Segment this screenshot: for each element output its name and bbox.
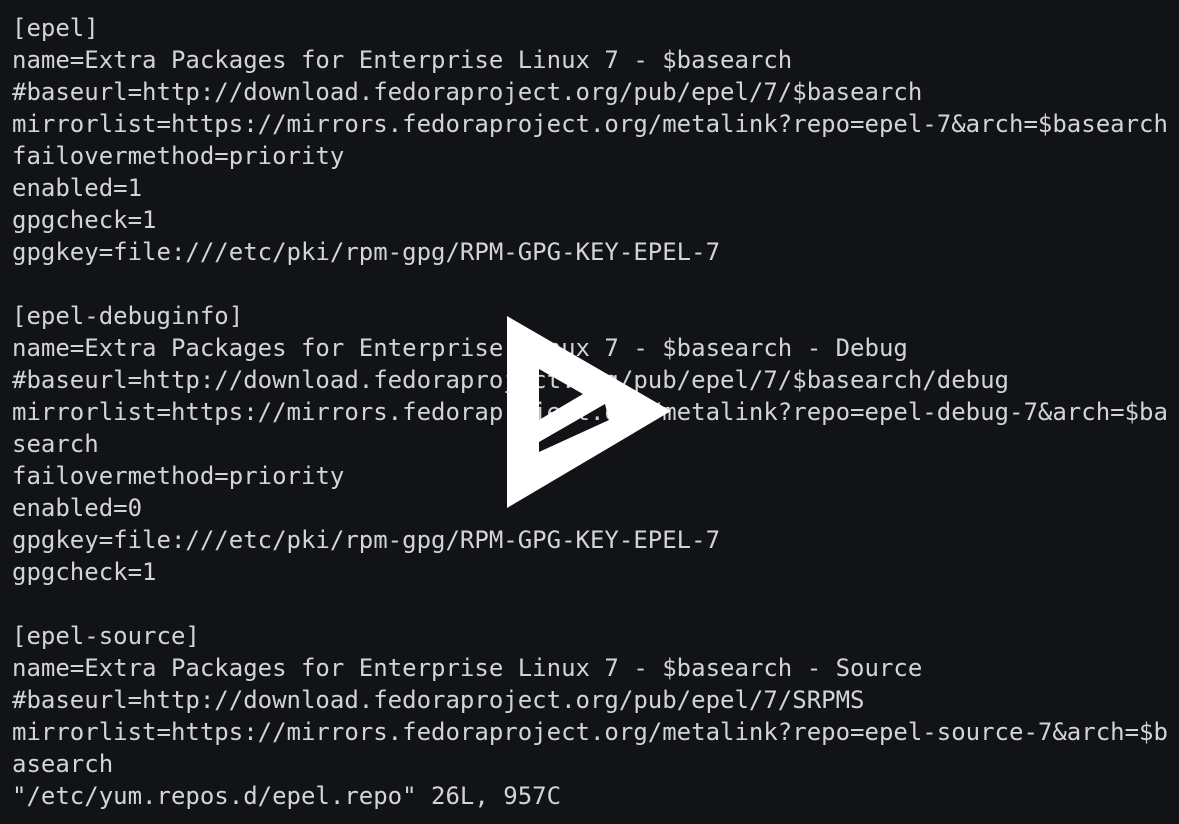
terminal-line: enabled=1 bbox=[12, 174, 143, 202]
terminal-line: [epel] bbox=[12, 14, 99, 42]
terminal-window: [epel] name=Extra Packages for Enterpris… bbox=[0, 0, 1179, 824]
terminal-line: #baseurl=http://download.fedoraproject.o… bbox=[12, 78, 923, 106]
terminal-line: failovermethod=priority bbox=[12, 142, 345, 170]
terminal-line: name=Extra Packages for Enterprise Linux… bbox=[12, 654, 923, 682]
terminal-line: gpgcheck=1 bbox=[12, 558, 157, 586]
terminal-line: name=Extra Packages for Enterprise Linux… bbox=[12, 46, 793, 74]
terminal-line: mirrorlist=https://mirrors.fedoraproject… bbox=[12, 110, 1168, 138]
terminal-line: [epel-source] bbox=[12, 622, 200, 650]
terminal-line: gpgkey=file:///etc/pki/rpm-gpg/RPM-GPG-K… bbox=[12, 238, 721, 266]
terminal-line: asearch bbox=[12, 750, 114, 778]
play-button[interactable] bbox=[505, 316, 675, 510]
terminal-line: gpgkey=file:///etc/pki/rpm-gpg/RPM-GPG-K… bbox=[12, 526, 721, 554]
status-line: "/etc/yum.repos.d/epel.repo" 26L, 957C bbox=[12, 782, 562, 810]
terminal-line: gpgcheck=1 bbox=[12, 206, 157, 234]
asciinema-play-icon bbox=[507, 316, 671, 508]
terminal-line: #baseurl=http://download.fedoraproject.o… bbox=[12, 686, 865, 714]
terminal-line: mirrorlist=https://mirrors.fedoraproject… bbox=[12, 718, 1168, 746]
